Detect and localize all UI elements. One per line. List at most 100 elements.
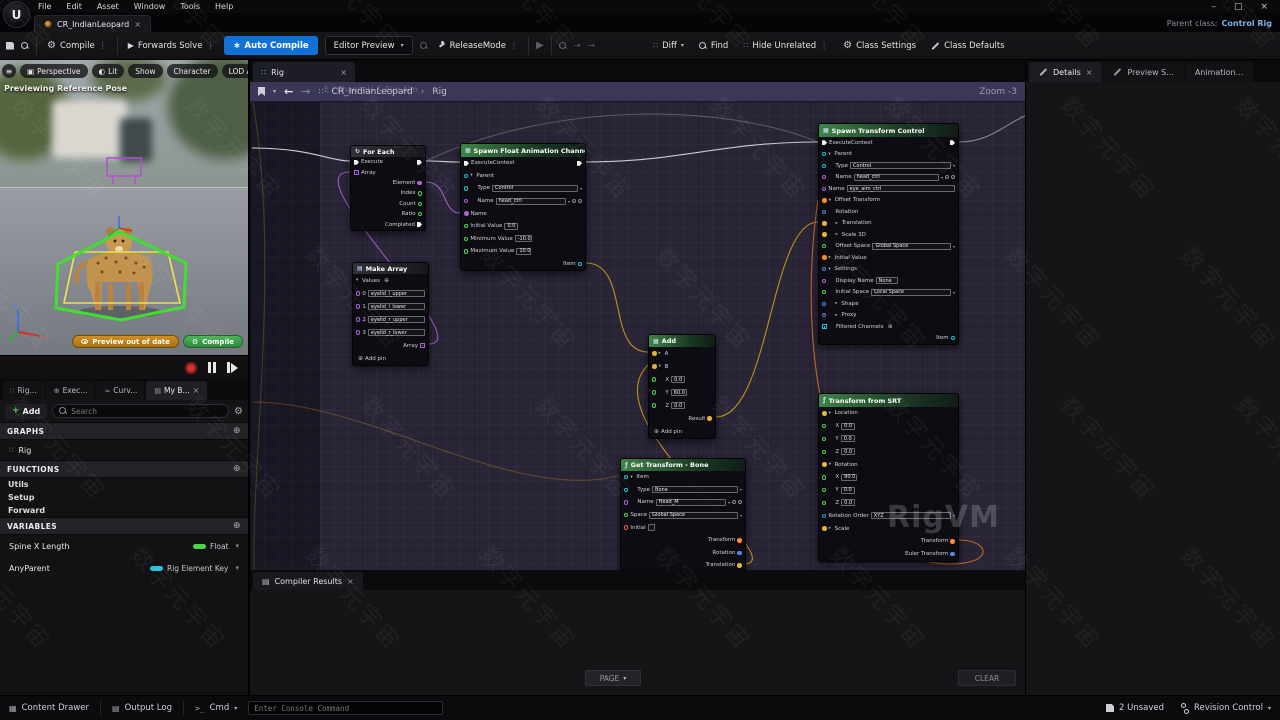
value-box[interactable]: head_ctrl — [496, 198, 566, 205]
back-arrow-icon[interactable]: ← — [284, 85, 293, 98]
pin[interactable] — [464, 199, 468, 203]
value-box[interactable]: XYZ — [871, 512, 951, 519]
for-each-row-2[interactable]: Element — [351, 178, 425, 188]
spawn-float-animation-channel-row-1[interactable]: ▾Parent — [461, 170, 585, 183]
transform-from-srt-row-9[interactable]: ▸Scale — [819, 522, 958, 535]
pin[interactable] — [951, 336, 955, 340]
value-box[interactable]: Global Space — [872, 243, 951, 250]
breadcrumb-asset[interactable]: CR_IndianLeopard — [332, 87, 413, 97]
pin[interactable] — [822, 462, 827, 467]
forwards-solve-options-icon[interactable]: ⋮ — [206, 41, 214, 50]
for-each-row-3[interactable]: Index — [351, 188, 425, 198]
get-transform-bone-row-4[interactable]: Initial — [621, 521, 745, 534]
forward-arrow-icon[interactable]: → — [301, 85, 310, 98]
pin[interactable] — [822, 175, 826, 179]
pin[interactable] — [652, 351, 657, 356]
search-field[interactable] — [52, 404, 229, 418]
spawn-transform-control-row-11[interactable]: ▾Settings — [819, 264, 958, 276]
bookmark-icon[interactable] — [258, 87, 265, 96]
value-box[interactable]: eyelid_r_lower — [368, 329, 425, 336]
pin[interactable] — [417, 181, 422, 186]
spawn-transform-control-row-3[interactable]: Namehead_ctrl▾ — [819, 172, 958, 184]
window-close-icon[interactable]: × — [1260, 2, 1268, 12]
add-button[interactable]: +Add — [5, 404, 47, 419]
close-tab-icon[interactable]: × — [134, 20, 141, 29]
window-minimize-icon[interactable]: – — [1211, 2, 1216, 12]
viewport-compile-button[interactable]: ⚙ Compile — [183, 335, 243, 348]
make-array-row-0[interactable]: ▾Values⊕ — [353, 274, 428, 287]
menu-edit[interactable]: Edit — [66, 2, 82, 11]
diff-dropdown[interactable]: ∷ Diff ▾ — [650, 36, 687, 56]
value-box[interactable]: eyelid_l_lower — [368, 303, 425, 310]
play-icon[interactable]: ▶ — [536, 40, 544, 51]
pin[interactable] — [822, 450, 826, 454]
pin[interactable] — [950, 140, 955, 145]
chevron-down-icon[interactable]: ▾ — [235, 542, 239, 550]
tab-preview-scene-settings[interactable]: Preview S... — [1103, 62, 1183, 82]
pin[interactable] — [822, 488, 826, 492]
pin[interactable] — [737, 538, 742, 543]
pin[interactable] — [822, 210, 826, 214]
value-box[interactable]: 0.0 — [841, 423, 855, 430]
variables-section-header[interactable]: VARIABLES⊕ — [0, 517, 248, 535]
function-item-utils[interactable]: Utils — [0, 478, 248, 491]
pin[interactable] — [822, 290, 826, 294]
pin[interactable] — [354, 170, 359, 175]
get-transform-bone-row-0[interactable]: ▾Item — [621, 471, 745, 484]
node-make-array[interactable]: ▤Make Array▾Values⊕0eyelid_l_upper1eyeli… — [352, 262, 429, 366]
pause-button[interactable] — [208, 362, 217, 373]
release-mode-button[interactable]: ReleaseMode ⋮ — [435, 36, 521, 56]
for-each-row-0[interactable]: Execute — [351, 157, 425, 167]
pin[interactable] — [822, 475, 826, 479]
close-tab-icon[interactable]: × — [193, 386, 200, 395]
spawn-transform-control-row-2[interactable]: TypeControl▾ — [819, 160, 958, 172]
spawn-float-animation-channel-row-3[interactable]: Namehead_ctrl▾ — [461, 195, 585, 208]
pin[interactable] — [822, 232, 827, 237]
pin[interactable] — [652, 390, 656, 394]
value-box[interactable]: Local Space — [871, 289, 951, 296]
graphs-section-header[interactable]: GRAPHS⊕ — [0, 422, 248, 440]
tab-animation[interactable]: Animation... — [1185, 62, 1253, 82]
value-box[interactable]: 60.0 — [671, 389, 687, 396]
value-box[interactable]: eyelid_r_upper — [368, 316, 425, 323]
revision-control-button[interactable]: Revision Control▾ — [1180, 703, 1271, 713]
pin[interactable] — [464, 174, 468, 178]
spawn-transform-control-row-6[interactable]: Rotation — [819, 206, 958, 218]
close-tab-icon[interactable]: × — [1086, 68, 1093, 77]
value-box[interactable]: None — [876, 277, 898, 284]
tab-curves[interactable]: ≈Curv... — [96, 381, 145, 400]
value-box[interactable]: Control — [850, 162, 951, 169]
node-add[interactable]: ▦Add▸A▾BX0.0Y60.0Z0.0Result⊕Add pin — [648, 334, 716, 439]
cmd-dropdown[interactable]: >_Cmd▾ — [195, 703, 237, 713]
page-dropdown[interactable]: PAGE▾ — [585, 670, 641, 686]
perspective-dropdown[interactable]: ▣Perspective — [20, 64, 88, 78]
pin[interactable] — [577, 161, 582, 166]
spawn-float-animation-channel-row-6[interactable]: Minimum Value-10.0 — [461, 233, 585, 246]
variable-row-anyparent[interactable]: AnyParent Rig Element Key ▾ — [0, 557, 248, 579]
pin[interactable] — [464, 161, 469, 166]
spawn-transform-control-row-10[interactable]: ▸Initial Value — [819, 252, 958, 264]
value-box[interactable]: 0.0 — [671, 376, 685, 383]
pin[interactable] — [356, 304, 360, 308]
pin[interactable] — [356, 317, 360, 321]
browse-asset-icon[interactable] — [21, 42, 29, 50]
spawn-float-animation-channel-row-4[interactable]: Name — [461, 207, 585, 220]
pin[interactable] — [464, 186, 468, 190]
pin[interactable] — [822, 324, 827, 329]
pin[interactable] — [418, 212, 422, 216]
spawn-float-animation-channel-row-8[interactable]: Item — [461, 258, 585, 271]
spawn-transform-control-row-17[interactable]: Item — [819, 333, 958, 345]
pin[interactable] — [822, 411, 827, 416]
value-box[interactable] — [648, 524, 655, 531]
pin[interactable] — [417, 222, 422, 227]
graph-tab-rig[interactable]: ∷ Rig × — [253, 62, 355, 82]
value-box[interactable]: 0.0 — [671, 402, 685, 409]
pin[interactable] — [822, 255, 827, 260]
pin[interactable] — [356, 330, 360, 334]
value-box[interactable]: eyelid_l_upper — [368, 290, 425, 297]
pin[interactable] — [707, 416, 712, 421]
pin[interactable] — [418, 202, 422, 206]
value-box[interactable]: 0.0 — [841, 448, 855, 455]
pin[interactable] — [624, 500, 628, 504]
pin[interactable] — [822, 437, 826, 441]
